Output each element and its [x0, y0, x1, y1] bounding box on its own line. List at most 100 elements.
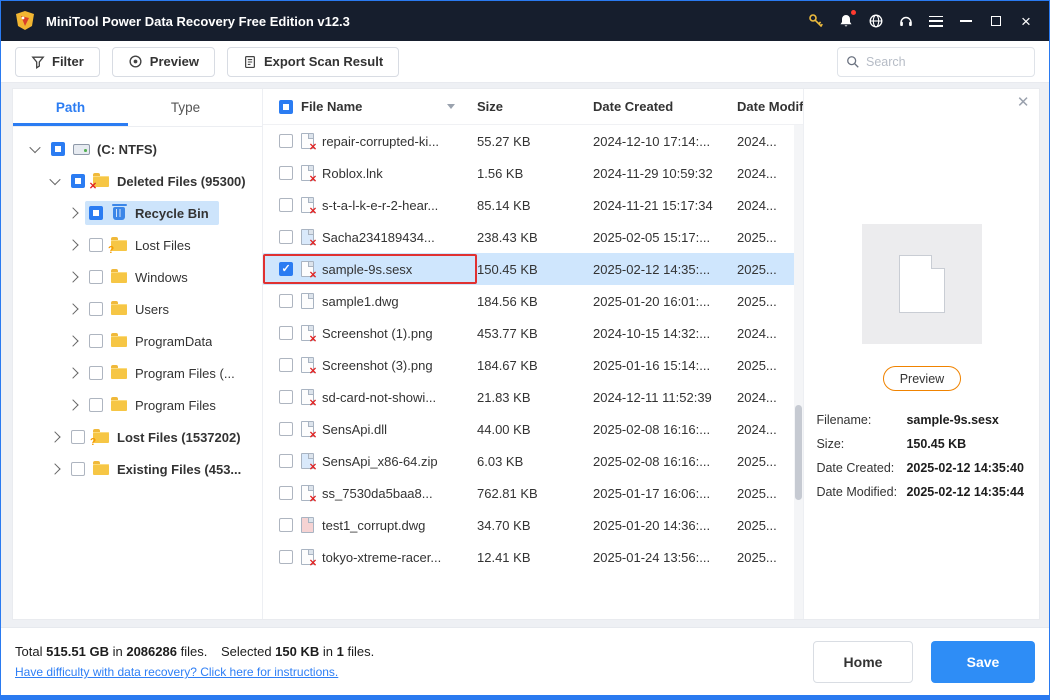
row-checkbox[interactable] — [279, 262, 293, 276]
chevron-right-icon[interactable] — [49, 431, 61, 443]
file-date-created: 2024-12-10 17:14:... — [593, 133, 711, 149]
row-checkbox[interactable] — [279, 390, 293, 404]
row-checkbox[interactable] — [279, 294, 293, 308]
folder-deleted-icon — [89, 172, 110, 192]
search-input[interactable] — [866, 54, 1026, 69]
tree-item-program-files-x86[interactable]: Program Files (... — [13, 357, 262, 389]
tree-item-program-files[interactable]: Program Files — [13, 389, 262, 421]
checkbox[interactable] — [89, 366, 103, 380]
tree-item-lost-files-root[interactable]: Lost Files (1537202) — [13, 421, 262, 453]
row-checkbox[interactable] — [279, 422, 293, 436]
tree-item-deleted-files[interactable]: Deleted Files (95300) — [13, 165, 262, 197]
row-checkbox[interactable] — [279, 550, 293, 564]
save-button[interactable]: Save — [931, 640, 1035, 683]
chevron-right-icon[interactable] — [49, 463, 61, 475]
tree-item-label: (C: NTFS) — [97, 141, 157, 157]
minimize-button[interactable] — [951, 6, 981, 36]
chevron-right-icon[interactable] — [67, 271, 79, 283]
help-link[interactable]: Have difficulty with data recovery? Clic… — [15, 665, 374, 679]
table-row[interactable]: repair-corrupted-ki... 55.27 KB 2024-12-… — [263, 125, 803, 157]
chevron-right-icon[interactable] — [67, 335, 79, 347]
chevron-down-icon[interactable] — [49, 173, 61, 186]
folder-icon — [110, 268, 128, 285]
tree-item-label: Deleted Files (95300) — [117, 173, 246, 189]
checkbox[interactable] — [71, 462, 85, 476]
row-checkbox[interactable] — [279, 134, 293, 148]
column-header-date-created[interactable]: Date Created — [593, 99, 737, 114]
deleted-file-icon — [301, 453, 317, 473]
table-row[interactable]: test1_corrupt.dwg 34.70 KB 2025-01-20 14… — [263, 509, 803, 541]
table-row[interactable]: sample1.dwg 184.56 KB 2025-01-20 16:01:.… — [263, 285, 803, 317]
row-checkbox[interactable] — [279, 486, 293, 500]
checkbox[interactable] — [71, 430, 85, 444]
checkbox[interactable] — [89, 398, 103, 412]
maximize-button[interactable] — [981, 6, 1011, 36]
table-row[interactable]: sd-card-not-showi... 21.83 KB 2024-12-11… — [263, 381, 803, 413]
row-checkbox[interactable] — [279, 358, 293, 372]
chevron-right-icon[interactable] — [67, 239, 79, 251]
preview-button-label: Preview — [149, 54, 199, 69]
close-button[interactable]: × — [1011, 6, 1041, 36]
table-row-selected[interactable]: sample-9s.sesx 150.45 KB 2025-02-12 14:3… — [263, 253, 804, 285]
chevron-right-icon[interactable] — [67, 207, 79, 219]
row-checkbox[interactable] — [279, 230, 293, 244]
filter-button[interactable]: Filter — [15, 46, 100, 77]
tree-item-existing-files[interactable]: Existing Files (453... — [13, 453, 262, 485]
tree-item-programdata[interactable]: ProgramData — [13, 325, 262, 357]
scrollbar-thumb[interactable] — [795, 405, 803, 500]
table-row[interactable]: s-t-a-l-k-e-r-2-hear... 85.14 KB 2024-11… — [263, 189, 803, 221]
deleted-file-icon — [301, 357, 317, 377]
table-row[interactable]: Screenshot (3).png 184.67 KB 2025-01-16 … — [263, 349, 803, 381]
checkbox[interactable] — [89, 206, 103, 220]
chevron-down-icon[interactable] — [29, 141, 41, 154]
export-scan-result-button[interactable]: Export Scan Result — [226, 46, 400, 77]
tab-type[interactable]: Type — [128, 89, 243, 126]
table-row[interactable]: tokyo-xtreme-racer... 12.41 KB 2025-01-2… — [263, 541, 803, 573]
row-checkbox[interactable] — [279, 454, 293, 468]
tree-item-lost-files[interactable]: Lost Files — [13, 229, 262, 261]
checkbox[interactable] — [89, 334, 103, 348]
table-row[interactable]: SensApi_x86-64.zip 6.03 KB 2025-02-08 16… — [263, 445, 803, 477]
document-icon — [898, 255, 945, 313]
tab-path[interactable]: Path — [13, 89, 128, 126]
column-header-file-name[interactable]: File Name — [301, 99, 362, 114]
table-row[interactable]: Sacha234189434... 238.43 KB 2025-02-05 1… — [263, 221, 803, 253]
search-box[interactable] — [837, 46, 1035, 77]
chevron-right-icon[interactable] — [67, 303, 79, 315]
checkbox[interactable] — [71, 174, 85, 188]
chevron-right-icon[interactable] — [67, 367, 79, 379]
select-all-checkbox[interactable] — [279, 99, 293, 114]
preview-button[interactable]: Preview — [111, 46, 215, 77]
preview-file-button[interactable]: Preview — [882, 366, 961, 391]
row-checkbox[interactable] — [279, 198, 293, 212]
tree-item-windows[interactable]: Windows — [13, 261, 262, 293]
row-checkbox[interactable] — [279, 326, 293, 340]
tab-path-label: Path — [55, 100, 86, 115]
home-button[interactable]: Home — [813, 640, 913, 683]
table-row[interactable]: Roblox.lnk 1.56 KB 2024-11-29 10:59:32 2… — [263, 157, 803, 189]
checkbox[interactable] — [51, 142, 65, 156]
checkbox[interactable] — [89, 302, 103, 316]
tree-item-users[interactable]: Users — [13, 293, 262, 325]
row-checkbox[interactable] — [279, 518, 293, 532]
language-globe-icon[interactable] — [861, 6, 891, 36]
file-date-created: 2025-01-20 16:01:... — [593, 293, 711, 309]
row-checkbox[interactable] — [279, 166, 293, 180]
chevron-right-icon[interactable] — [67, 399, 79, 411]
notifications-bell-icon[interactable] — [831, 6, 861, 36]
checkbox[interactable] — [89, 238, 103, 252]
table-row[interactable]: ss_7530da5baa8... 762.81 KB 2025-01-17 1… — [263, 477, 803, 509]
menu-hamburger-icon[interactable] — [921, 6, 951, 36]
sort-dropdown-icon[interactable] — [447, 104, 455, 109]
tree-item-c-ntfs[interactable]: (C: NTFS) — [13, 133, 262, 165]
license-key-icon[interactable] — [801, 6, 831, 36]
preview-close-icon[interactable]: ✕ — [1017, 95, 1030, 110]
column-header-date-modified[interactable]: Date Modif — [737, 99, 803, 114]
tree-item-recycle-bin[interactable]: Recycle Bin — [13, 197, 262, 229]
table-row[interactable]: Screenshot (1).png 453.77 KB 2024-10-15 … — [263, 317, 803, 349]
table-row[interactable]: SensApi.dll 44.00 KB 2025-02-08 16:16:..… — [263, 413, 803, 445]
scrollbar-track[interactable] — [794, 125, 804, 619]
column-header-size[interactable]: Size — [477, 99, 593, 114]
checkbox[interactable] — [89, 270, 103, 284]
support-headset-icon[interactable] — [891, 6, 921, 36]
